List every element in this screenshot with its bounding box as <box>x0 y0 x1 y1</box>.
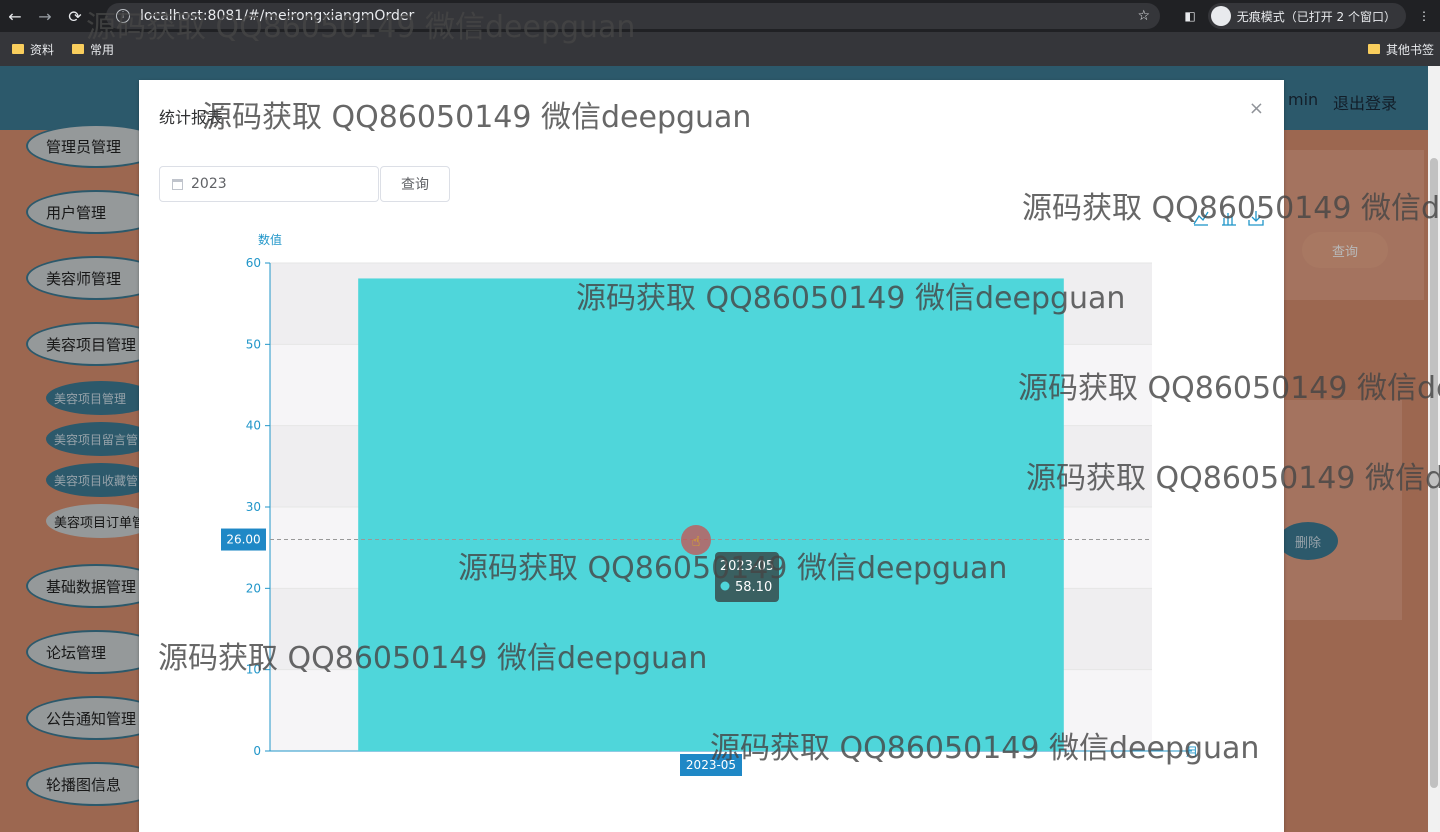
bookmark-label: 常用 <box>90 42 115 57</box>
sidebar-toggle-icon[interactable]: ◧ <box>1184 9 1195 23</box>
y-tick-label: 20 <box>246 581 261 595</box>
star-icon[interactable]: ☆ <box>1137 8 1150 24</box>
menu-icon[interactable]: ⋮ <box>1418 9 1430 23</box>
incognito-badge[interactable]: 无痕模式（已打开 2 个窗口） <box>1207 3 1406 29</box>
other-bookmarks[interactable]: 其他书签 <box>1367 41 1434 58</box>
bar <box>358 278 1064 751</box>
folder-icon <box>12 44 24 54</box>
y-pointer-label: 26.00 <box>226 533 260 547</box>
bar-chart: 0 10 20 30 40 50 60 数值月 26.00 2023-05 2023-05 58.10… <box>221 211 1264 776</box>
y-tick-label: 60 <box>246 256 261 270</box>
back-icon[interactable]: ← <box>0 0 30 32</box>
bookmark-folder[interactable]: 资料 <box>12 41 54 58</box>
download-icon[interactable] <box>1248 211 1264 226</box>
tooltip-marker <box>720 581 730 591</box>
scrollbar-thumb[interactable] <box>1430 158 1438 788</box>
forward-icon[interactable]: → <box>30 0 60 32</box>
bar-icon[interactable] <box>1222 213 1236 226</box>
tooltip-value: 58.10 <box>735 580 772 595</box>
url-text: localhost:8081/#/meirongxiangmOrder <box>140 8 415 24</box>
y-tick-label: 40 <box>246 419 261 433</box>
y-tick-label: 30 <box>246 500 261 514</box>
folder-icon <box>1367 44 1380 54</box>
y-tick-label: 50 <box>246 337 261 351</box>
y-tick-label: 0 <box>253 744 261 758</box>
reload-icon[interactable]: ⟳ <box>60 0 90 32</box>
info-icon[interactable]: i <box>116 9 130 23</box>
tooltip-category: 2023-05 <box>720 559 774 574</box>
incognito-label: 无痕模式（已打开 2 个窗口） <box>1236 9 1396 24</box>
bookmark-folder[interactable]: 常用 <box>72 41 114 58</box>
folder-icon <box>72 44 85 54</box>
bookmark-label: 资料 <box>30 42 55 57</box>
hand-cursor-icon: ☝ <box>692 534 701 550</box>
address-bar[interactable]: i localhost:8081/#/meirongxiangmOrder ☆ <box>106 3 1160 29</box>
y-axis-title: 数值 <box>258 232 282 247</box>
line-icon[interactable] <box>1193 211 1209 226</box>
y-tick-label: 10 <box>246 663 261 677</box>
browser-right-controls: ◧ 无痕模式（已打开 2 个窗口） ⋮ <box>1184 3 1430 29</box>
bookmarks-bar: 资料 常用 其他书签 <box>0 32 1440 66</box>
stats-dialog: 统计报表 × 2023 查询 0 10 20 30 40 50 60 数值月 26.00 2023… <box>139 80 1284 832</box>
x-axis-title: 月 <box>1186 745 1198 759</box>
x-pointer-label: 2023-05 <box>686 758 736 772</box>
other-bookmarks-label: 其他书签 <box>1385 42 1434 57</box>
incognito-icon <box>1210 6 1231 26</box>
page-scrollbar[interactable] <box>1428 66 1440 832</box>
